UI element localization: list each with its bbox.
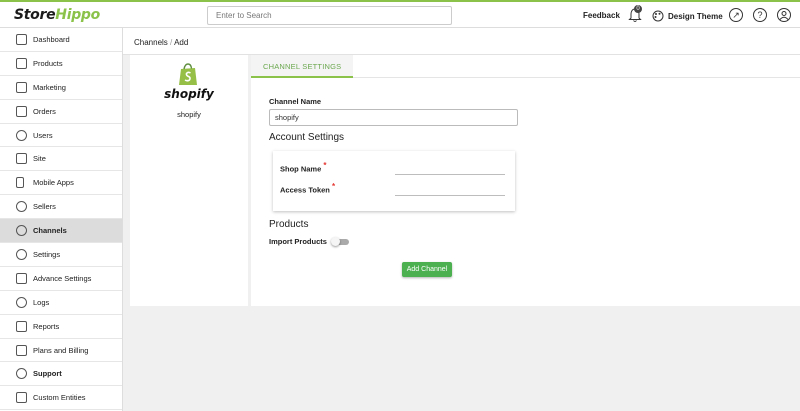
mobile-icon [16,177,24,189]
sidebar-item-dashboard[interactable]: Dashboard [0,28,122,52]
access-token-input[interactable] [395,195,505,196]
sidebar: Dashboard Products Marketing Orders User… [0,28,123,411]
feedback-link[interactable]: Feedback [583,11,620,20]
chart-icon [16,320,27,332]
clipboard-icon [16,57,27,69]
account-icon[interactable] [777,8,791,22]
access-token-label: Access Token * [280,182,336,195]
storehippo-logo[interactable]: StoreHippo [14,7,100,23]
grid-icon [16,33,27,45]
sidebar-item-site[interactable]: Site [0,147,122,172]
sidebar-item-products[interactable]: Products [0,52,122,76]
billing-icon [16,344,27,356]
sidebar-item-reports[interactable]: Reports [0,315,122,339]
sidebar-item-users[interactable]: Users [0,124,122,148]
import-products-toggle[interactable] [331,237,349,246]
brush-icon [16,153,27,165]
channel-summary-card: shopify shopify [130,55,248,306]
search-input[interactable]: Enter to Search [207,6,452,25]
sidebar-item-marketing[interactable]: Marketing [0,76,122,100]
channel-name-input[interactable]: shopify [269,109,518,126]
tab-channel-settings[interactable]: CHANNEL SETTINGS [251,55,354,78]
open-store-icon[interactable]: ↗ [729,8,743,22]
account-settings-title: Account Settings [269,132,345,143]
sidebar-item-advance-settings[interactable]: Advance Settings [0,267,122,291]
add-channel-button[interactable]: Add Channel [402,262,452,277]
notification-badge: 0 [634,5,642,13]
headset-icon [16,368,27,380]
shop-name-input[interactable] [395,174,505,175]
sidebar-item-mobile-apps[interactable]: Mobile Apps [0,171,122,196]
sidebar-item-logs[interactable]: Logs [0,291,122,315]
user-icon [16,129,27,141]
top-bar: StoreHippo Enter to Search Feedback 0 De… [0,0,800,28]
breadcrumb: Channels / Add [123,28,800,55]
required-marker: * [323,161,327,170]
sidebar-item-support[interactable]: Support [0,362,122,387]
sidebar-item-plans-and-billing[interactable]: Plans and Billing [0,339,122,363]
breadcrumb-add: Add [174,38,189,47]
sidebar-item-custom-entities[interactable]: Custom Entities [0,386,122,411]
required-marker: * [331,182,336,191]
gear-icon [16,248,27,260]
entities-icon [16,392,27,404]
design-theme-label: Design Theme [668,11,723,21]
clock-icon [16,296,27,308]
sellers-icon [16,201,27,213]
megaphone-icon [16,81,27,93]
products-title: Products [269,219,309,230]
channel-name-label: Channel Name [269,97,322,106]
import-products-label: Import Products [269,237,327,246]
shopify-wordmark: shopify [164,87,214,101]
toggle-knob [331,237,340,246]
breadcrumb-channels[interactable]: Channels [134,38,168,47]
sidebar-item-settings[interactable]: Settings [0,243,122,267]
channel-name-text: shopify [177,110,201,119]
main-content: shopify shopify CHANNEL SETTINGS Channel… [130,55,800,411]
channel-settings-card: CHANNEL SETTINGS Channel Name shopify Ac… [251,55,800,306]
account-settings-box: Shop Name * Access Token * [273,151,515,211]
shopify-bag-icon [179,63,197,85]
document-icon [16,105,27,117]
sidebar-item-orders[interactable]: Orders [0,100,122,124]
sidebar-item-sellers[interactable]: Sellers [0,195,122,220]
palette-icon [652,10,664,22]
shop-name-label: Shop Name * [280,161,327,174]
design-theme-button[interactable]: Design Theme [652,8,723,24]
advance-settings-icon [16,272,27,284]
sidebar-item-channels[interactable]: Channels [0,219,122,244]
help-icon[interactable]: ? [753,8,767,22]
channels-icon [16,225,27,237]
